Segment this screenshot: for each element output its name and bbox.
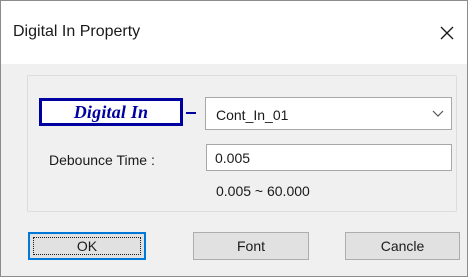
- close-button[interactable]: [433, 19, 461, 47]
- digital-in-preview: Digital In: [39, 98, 183, 126]
- debounce-time-label: Debounce Time :: [49, 152, 155, 168]
- close-icon: [440, 26, 454, 40]
- title-bar: Digital In Property: [1, 1, 467, 64]
- cancel-button[interactable]: Cancle: [345, 232, 460, 260]
- focus-ring: [33, 237, 141, 255]
- ok-button[interactable]: OK: [28, 232, 146, 260]
- digital-in-preview-label: Digital In: [73, 101, 149, 122]
- font-button-label: Font: [236, 238, 265, 254]
- preview-connector-line: [186, 112, 196, 114]
- dialog-title: Digital In Property: [13, 23, 141, 40]
- font-button[interactable]: Font: [193, 232, 309, 260]
- cancel-button-label: Cancle: [380, 238, 425, 254]
- contact-select-value: Cont_In_01: [216, 107, 289, 123]
- debounce-range-text: 0.005 ~ 60.000: [216, 183, 310, 199]
- contact-select[interactable]: Cont_In_01: [205, 97, 452, 130]
- debounce-time-input[interactable]: [206, 144, 452, 171]
- chevron-down-icon[interactable]: [431, 108, 445, 120]
